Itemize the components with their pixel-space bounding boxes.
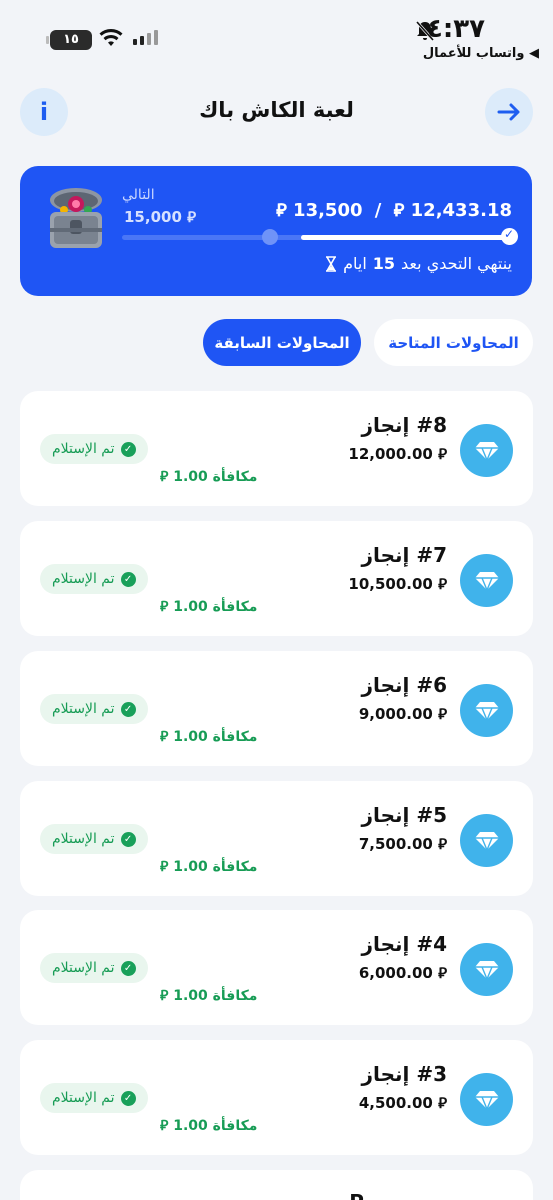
progress-fill [301, 235, 512, 240]
currency-symbol: ⃁ [393, 200, 405, 221]
back-button[interactable] [485, 88, 533, 136]
achievement-card[interactable]: #6 إنجاز 9,000.00 ⃁ ✓ تم الإستلام مكافأة… [20, 651, 533, 766]
reward-text: مكافأة 1.00 ⃁ [160, 599, 258, 615]
tab-previous-attempts[interactable]: المحاولات السابقة [203, 319, 361, 366]
achievement-title: #6 إنجاز [361, 673, 447, 697]
diamond-icon [460, 814, 513, 867]
partial-card-text: P... [349, 1190, 383, 1200]
reward-text: مكافأة 1.00 ⃁ [160, 469, 258, 485]
status-label: تم الإستلام [52, 701, 115, 717]
target-amount: 13,500 [293, 200, 363, 221]
currency-symbol: ⃁ [276, 200, 287, 221]
progress-amounts: ⃁ 13,500 / ⃁ 12,433.18 [276, 198, 512, 221]
status-label: تم الإستلام [52, 1090, 115, 1106]
status-badge: ✓ تم الإستلام [40, 564, 148, 594]
status-badge: ✓ تم الإستلام [40, 824, 148, 854]
check-icon: ✓ [120, 960, 136, 976]
achievement-title: #5 إنجاز [361, 803, 447, 827]
achievement-target: 9,000.00 ⃁ [358, 705, 447, 723]
challenge-banner: التالي 15,000 ⃁ ⃁ 13,500 / ⃁ 12,433.18 ي… [20, 166, 532, 296]
reward-text: مكافأة 1.00 ⃁ [160, 729, 258, 745]
status-badge: ✓ تم الإستلام [40, 953, 148, 983]
reward-text: مكافأة 1.00 ⃁ [160, 859, 258, 875]
page-title: لعبة الكاش باك [199, 98, 354, 122]
wifi-icon [99, 29, 123, 46]
status-badge: ✓ تم الإستلام [40, 434, 148, 464]
next-milestone-marker [262, 229, 278, 245]
check-icon: ✓ [120, 831, 136, 847]
hourglass-icon [326, 255, 337, 272]
partial-card[interactable]: P... [20, 1170, 533, 1200]
progress-track [122, 227, 518, 245]
clock: ٤:٣٧ [426, 14, 485, 44]
separator: / [374, 200, 382, 221]
arrow-right-icon [497, 103, 520, 121]
status-label: تم الإستلام [52, 960, 115, 976]
check-icon: ✓ [120, 571, 136, 587]
achievement-title: #3 إنجاز [361, 1062, 447, 1086]
achievement-target: 10,500.00 ⃁ [348, 575, 447, 593]
reward-text: مكافأة 1.00 ⃁ [160, 988, 258, 1004]
next-label: التالي [122, 187, 155, 203]
diamond-icon [460, 684, 513, 737]
diamond-icon [460, 943, 513, 996]
status-badge: ✓ تم الإستلام [40, 1083, 148, 1113]
reward-text: مكافأة 1.00 ⃁ [160, 1118, 258, 1134]
achievement-card[interactable]: #4 إنجاز 6,000.00 ⃁ ✓ تم الإستلام مكافأة… [20, 910, 533, 1025]
target-reached-marker [501, 227, 518, 245]
status-bar: ١٥ ٤:٣٧ ◀ واتساب للأعمال [0, 0, 553, 75]
treasure-chest-icon [50, 188, 102, 248]
current-amount: 12,433.18 [410, 200, 512, 221]
achievement-card[interactable]: #3 إنجاز 4,500.00 ⃁ ✓ تم الإستلام مكافأة… [20, 1040, 533, 1155]
ends-text: ينتهي التحدي بعد [401, 254, 512, 273]
achievement-card[interactable]: #5 إنجاز 7,500.00 ⃁ ✓ تم الإستلام مكافأة… [20, 781, 533, 896]
back-to-app-link[interactable]: ◀ واتساب للأعمال [423, 46, 539, 61]
achievement-title: #7 إنجاز [361, 543, 447, 567]
status-label: تم الإستلام [52, 571, 115, 587]
days-word: ايام [343, 254, 367, 273]
challenge-ends: ينتهي التحدي بعد 15 ايام [325, 254, 512, 273]
battery-icon: ١٥ [46, 30, 92, 50]
status-label: تم الإستلام [52, 441, 115, 457]
diamond-icon [460, 1073, 513, 1126]
achievement-target: 12,000.00 ⃁ [348, 445, 447, 463]
signal-icon [133, 30, 158, 45]
diamond-icon [460, 424, 513, 477]
achievement-title: #8 إنجاز [361, 413, 447, 437]
next-amount: 15,000 ⃁ [124, 208, 197, 226]
days-number: 15 [372, 254, 396, 273]
achievement-title: #4 إنجاز [361, 932, 447, 956]
achievement-target: 6,000.00 ⃁ [358, 964, 447, 982]
achievement-card[interactable]: #7 إنجاز 10,500.00 ⃁ ✓ تم الإستلام مكافأ… [20, 521, 533, 636]
check-icon: ✓ [120, 1090, 136, 1106]
achievement-card[interactable]: #8 إنجاز 12,000.00 ⃁ ✓ تم الإستلام مكافأ… [20, 391, 533, 506]
status-label: تم الإستلام [52, 831, 115, 847]
status-badge: ✓ تم الإستلام [40, 694, 148, 724]
check-icon: ✓ [120, 701, 136, 717]
diamond-icon [460, 554, 513, 607]
achievement-target: 7,500.00 ⃁ [358, 835, 447, 853]
achievement-target: 4,500.00 ⃁ [358, 1094, 447, 1112]
tab-available-attempts[interactable]: المحاولات المتاحة [374, 319, 533, 366]
check-icon: ✓ [120, 441, 136, 457]
